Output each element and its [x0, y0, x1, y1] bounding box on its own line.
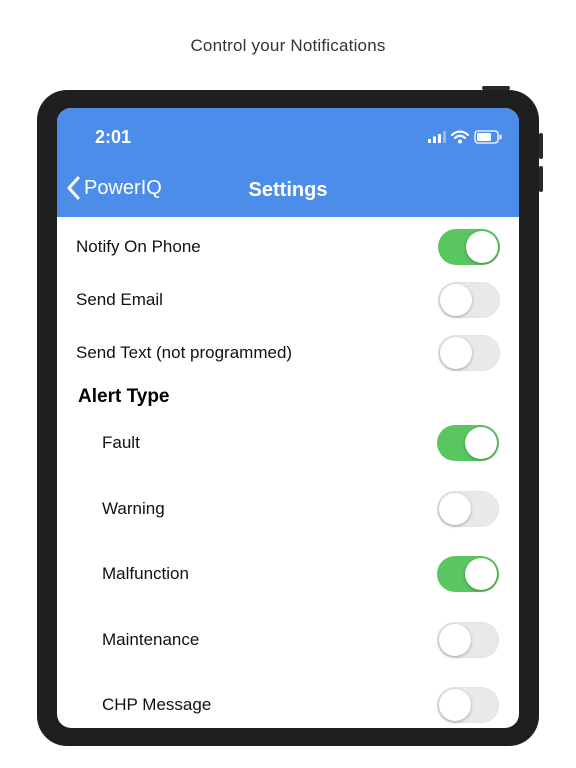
nav-title: Settings — [248, 179, 328, 201]
malfunction-toggle[interactable] — [437, 556, 499, 592]
toggle-knob — [439, 624, 471, 656]
signal-icon — [428, 131, 446, 143]
toggle-knob — [466, 231, 498, 263]
alert-label: Maintenance — [102, 630, 200, 649]
setting-label: Send Email — [76, 290, 163, 309]
alert-label: Warning — [102, 499, 165, 518]
alert-row-chp-message: CHP Message — [57, 685, 519, 725]
setting-row-send-text: Send Text (not programmed) — [57, 333, 519, 373]
alert-label: Malfunction — [102, 564, 189, 583]
alert-label: Fault — [102, 433, 140, 452]
alert-row-warning: Warning — [57, 489, 519, 529]
alert-row-maintenance: Maintenance — [57, 620, 519, 660]
volume-up-button — [539, 133, 543, 159]
nav-header: 2:01 PowerIQ Settings — [57, 108, 519, 217]
alert-row-fault: Fault — [57, 423, 519, 463]
alert-label: CHP Message — [102, 695, 212, 714]
toggle-knob — [439, 493, 471, 525]
toggle-knob — [440, 284, 472, 316]
device-screen: 2:01 PowerIQ Settings Notify On Phone Se… — [57, 108, 519, 728]
maintenance-toggle[interactable] — [437, 622, 499, 658]
fault-toggle[interactable] — [437, 425, 499, 461]
setting-label: Send Text (not programmed) — [76, 343, 293, 362]
send-text-toggle[interactable] — [438, 335, 500, 371]
setting-label: Notify On Phone — [76, 237, 201, 256]
toggle-knob — [465, 427, 497, 459]
alert-row-malfunction: Malfunction — [57, 554, 519, 594]
volume-down-button — [539, 166, 543, 192]
toggle-knob — [440, 337, 472, 369]
page-caption: Control your Notifications — [190, 36, 386, 55]
status-icons — [428, 127, 502, 147]
toggle-knob — [465, 558, 497, 590]
alert-type-heading: Alert Type — [78, 386, 170, 407]
wifi-icon — [451, 130, 469, 144]
send-email-toggle[interactable] — [438, 282, 500, 318]
setting-row-notify-on-phone: Notify On Phone — [57, 227, 519, 267]
chp-message-toggle[interactable] — [437, 687, 499, 723]
toggle-knob — [439, 689, 471, 721]
notify-on-phone-toggle[interactable] — [438, 229, 500, 265]
warning-toggle[interactable] — [437, 491, 499, 527]
battery-icon — [474, 130, 502, 144]
status-time: 2:01 — [95, 127, 132, 147]
setting-row-send-email: Send Email — [57, 280, 519, 320]
